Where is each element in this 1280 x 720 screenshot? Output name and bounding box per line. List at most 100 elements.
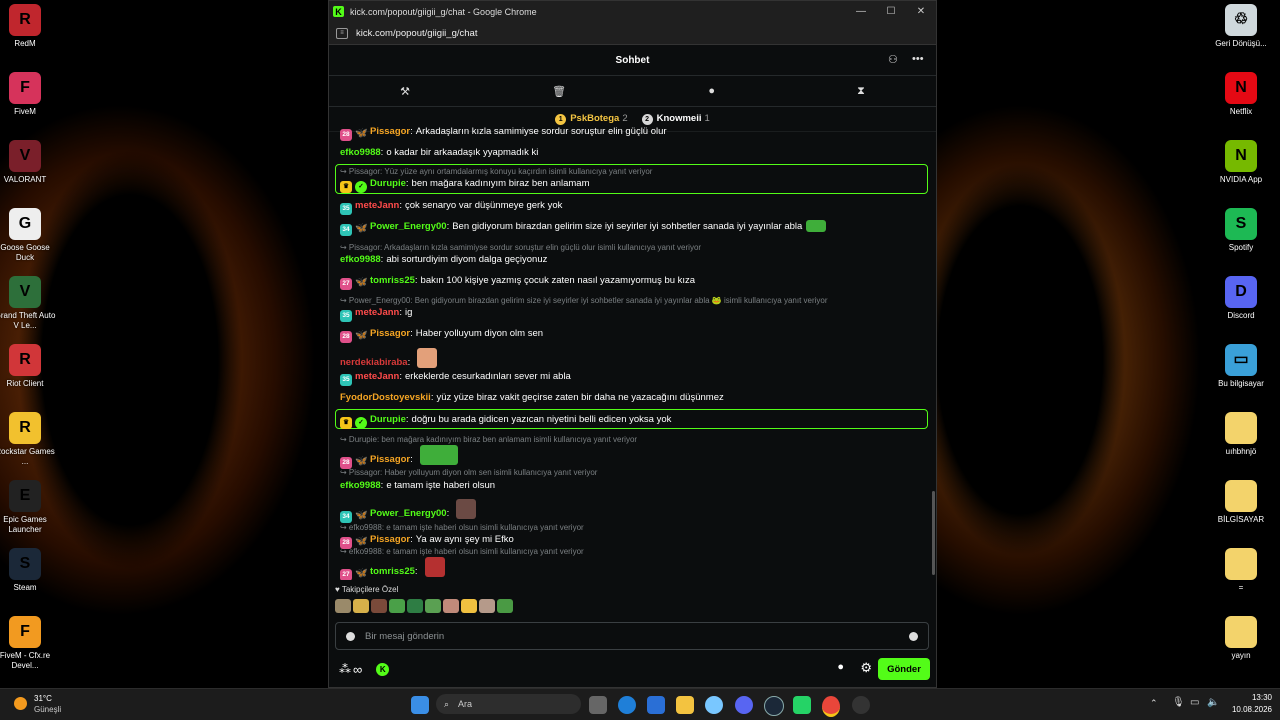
emote-button[interactable] bbox=[425, 599, 441, 613]
mic-icon[interactable]: 🎙 bbox=[1172, 697, 1185, 708]
chat-username[interactable]: efko9988 bbox=[340, 254, 381, 265]
desktop-icon[interactable]: BİLGİSAYAR bbox=[1209, 480, 1273, 525]
desktop-icon[interactable]: R Riot Client bbox=[0, 344, 57, 389]
steam-taskbar-icon[interactable] bbox=[764, 696, 784, 716]
hammer-icon[interactable]: ⚒ bbox=[400, 85, 410, 98]
url-text[interactable]: kick.com/popout/giigii_g/chat bbox=[356, 28, 477, 39]
chat-message[interactable]: FyodorDostoyevskii: yüz yüze biraz vakit … bbox=[340, 391, 926, 404]
user-settings-icon[interactable]: ⚇ bbox=[888, 53, 898, 66]
edge-icon[interactable] bbox=[618, 696, 636, 714]
emote-button[interactable] bbox=[407, 599, 423, 613]
reply-context[interactable]: ↪ efko9988: e tamam işte haberi olsun is… bbox=[340, 547, 584, 556]
chat-message[interactable]: 28 🦋 Pissagor: Arkadaşların kızla samimiyse… bbox=[340, 125, 926, 141]
volume-icon[interactable]: 🔈 bbox=[1207, 697, 1219, 708]
chat-username[interactable]: Pissagor bbox=[370, 328, 410, 339]
chat-input-placeholder[interactable]: Bir mesaj gönderin bbox=[365, 631, 444, 642]
desktop-icon[interactable]: N NVIDIA App bbox=[1209, 140, 1273, 185]
desktop-icon[interactable]: D Discord bbox=[1209, 276, 1273, 321]
weather-temp[interactable]: 31°C bbox=[34, 694, 52, 703]
desktop-icon[interactable]: ▭ Bu bilgisayar bbox=[1209, 344, 1273, 389]
chat-username[interactable]: Pissagor bbox=[370, 126, 410, 137]
emoji-icon[interactable] bbox=[909, 631, 918, 641]
weather-sun-icon[interactable] bbox=[14, 697, 27, 710]
desktop-icon[interactable]: R Rockstar Games ... bbox=[0, 412, 57, 467]
minimize-button[interactable]: — bbox=[846, 6, 876, 17]
chrome-taskbar-icon[interactable] bbox=[822, 696, 840, 717]
send-button[interactable]: Gönder bbox=[878, 658, 930, 680]
chat-username[interactable]: efko9988 bbox=[340, 147, 381, 158]
gifter-1[interactable]: 1 PskBotega 2 bbox=[555, 113, 628, 125]
chat-username[interactable]: Pissagor bbox=[370, 534, 410, 545]
chat-message[interactable]: 35 meteJann: çok senaryo var düşünmeye ger… bbox=[340, 199, 926, 215]
desktop-icon[interactable]: uıhbhnjö bbox=[1209, 412, 1273, 457]
reply-context[interactable]: ↪ Pissagor: Arkadaşların kızla samimiyse… bbox=[340, 243, 701, 252]
emote-button[interactable] bbox=[479, 599, 495, 613]
desktop-icon[interactable]: G Goose Goose Duck bbox=[0, 208, 57, 263]
desktop-icon[interactable]: N Netflix bbox=[1209, 72, 1273, 117]
start-windows-icon[interactable] bbox=[411, 696, 429, 714]
chat-message[interactable]: 28 🦋 Pissagor: Haber yolluyum diyon olm sen bbox=[340, 327, 926, 343]
chat-username[interactable]: meteJann bbox=[355, 307, 399, 318]
desktop-icon[interactable]: E Epic Games Launcher bbox=[0, 480, 57, 535]
emote-button[interactable] bbox=[389, 599, 405, 613]
chat-message[interactable]: nerdekiabiraba: bbox=[340, 348, 926, 369]
chat-emote[interactable] bbox=[419, 445, 458, 465]
chat-message[interactable]: ♛ ✓ Durupie: doğru bu arada gidicen yazıcan… bbox=[340, 413, 926, 429]
chat-username[interactable]: Power_Energy00 bbox=[370, 508, 447, 519]
hourglass-icon[interactable]: ⧗ bbox=[857, 85, 865, 98]
weather-desc[interactable]: Güneşli bbox=[34, 705, 61, 714]
file-explorer-icon[interactable] bbox=[676, 696, 694, 714]
chat-message[interactable]: 34 🦋 Power_Energy00: Ben gidiyorum birazdan… bbox=[340, 220, 926, 236]
emote-button[interactable] bbox=[353, 599, 369, 613]
emote-button[interactable] bbox=[443, 599, 459, 613]
chat-username[interactable]: tomriss25 bbox=[370, 566, 415, 577]
chat-username[interactable]: meteJann bbox=[355, 371, 399, 382]
chat-emote[interactable] bbox=[417, 348, 438, 368]
chat-username[interactable]: Durupie bbox=[370, 414, 406, 425]
desktop-icon[interactable]: V VALORANT bbox=[0, 140, 57, 185]
chat-message-list[interactable]: 28 🦋 Pissagor: Arkadaşların kızla samimiyse… bbox=[329, 125, 936, 580]
address-bar[interactable]: ≡ kick.com/popout/giigii_g/chat bbox=[329, 22, 936, 45]
maximize-button[interactable]: ☐ bbox=[876, 6, 906, 17]
desktop-icon[interactable]: S Spotify bbox=[1209, 208, 1273, 253]
settings-app-icon[interactable] bbox=[705, 696, 723, 714]
chat-username[interactable]: Durupie bbox=[370, 178, 406, 189]
discord-taskbar-icon[interactable] bbox=[735, 696, 753, 714]
more-options-icon[interactable]: ••• bbox=[912, 53, 924, 65]
chat-input[interactable]: Bir mesaj gönderin bbox=[335, 622, 929, 650]
shield-icon[interactable] bbox=[346, 631, 355, 641]
trash-icon[interactable]: 🗑 bbox=[552, 85, 566, 98]
desktop-icon[interactable]: F FiveM bbox=[0, 72, 57, 117]
desktop-icon[interactable]: yayın bbox=[1209, 616, 1273, 661]
chat-message[interactable]: 35 meteJann: erkeklerde cesurkadınları sev… bbox=[340, 370, 926, 386]
kick-points-icon[interactable]: ⁂ bbox=[339, 662, 351, 676]
chat-message[interactable]: 34 🦋 Power_Energy00: bbox=[340, 499, 926, 523]
desktop-icon[interactable]: R RedM bbox=[0, 4, 57, 49]
clock-time[interactable]: 13:30 bbox=[1224, 693, 1272, 702]
desktop-icon[interactable]: S Steam bbox=[0, 548, 57, 593]
reply-context[interactable]: ↪ Durupie: ben mağara kadınıyım biraz be… bbox=[340, 435, 637, 444]
chat-username[interactable]: FyodorDostoyevskii bbox=[340, 392, 431, 403]
emote-button[interactable] bbox=[461, 599, 477, 613]
desktop-icon[interactable]: F FiveM - Cfx.re Devel... bbox=[0, 616, 57, 671]
emote-button[interactable] bbox=[497, 599, 513, 613]
chat-emote[interactable] bbox=[424, 557, 445, 577]
chat-bubble-icon[interactable]: ● bbox=[708, 85, 715, 97]
settings-gear-icon[interactable]: ⚙ bbox=[860, 660, 872, 676]
emote-button[interactable] bbox=[335, 599, 351, 613]
reply-context[interactable]: ↪ efko9988: e tamam işte haberi olsun is… bbox=[340, 523, 584, 532]
chat-username[interactable]: nerdekiabiraba bbox=[340, 357, 408, 368]
chat-message[interactable]: 35 meteJann: ig bbox=[340, 306, 926, 322]
store-icon[interactable] bbox=[647, 696, 665, 714]
chat-username[interactable]: Pissagor bbox=[370, 454, 410, 465]
chat-message[interactable]: efko9988: abi sorturdiyim diyom dalga geç… bbox=[340, 253, 926, 266]
chat-message[interactable]: ♛ ✓ Durupie: ben mağara kadınıyım biraz ben… bbox=[340, 177, 926, 193]
emote-button[interactable] bbox=[371, 599, 387, 613]
gifter-2[interactable]: 2 Knowmeii 1 bbox=[641, 113, 710, 125]
chat-message[interactable]: efko9988: e tamam işte haberi olsun bbox=[340, 479, 926, 492]
chat-message[interactable]: 28 🦋 Pissagor: bbox=[340, 445, 926, 469]
chat-scrollbar[interactable] bbox=[932, 491, 935, 575]
chat-message[interactable]: efko9988: o kadar bir arkaadaşık yyapmadı… bbox=[340, 146, 926, 159]
chat-bubble-icon[interactable]: ● bbox=[837, 661, 844, 673]
reply-context[interactable]: ↪ Pissagor: Haber yolluyum diyon olm sen… bbox=[340, 468, 597, 477]
